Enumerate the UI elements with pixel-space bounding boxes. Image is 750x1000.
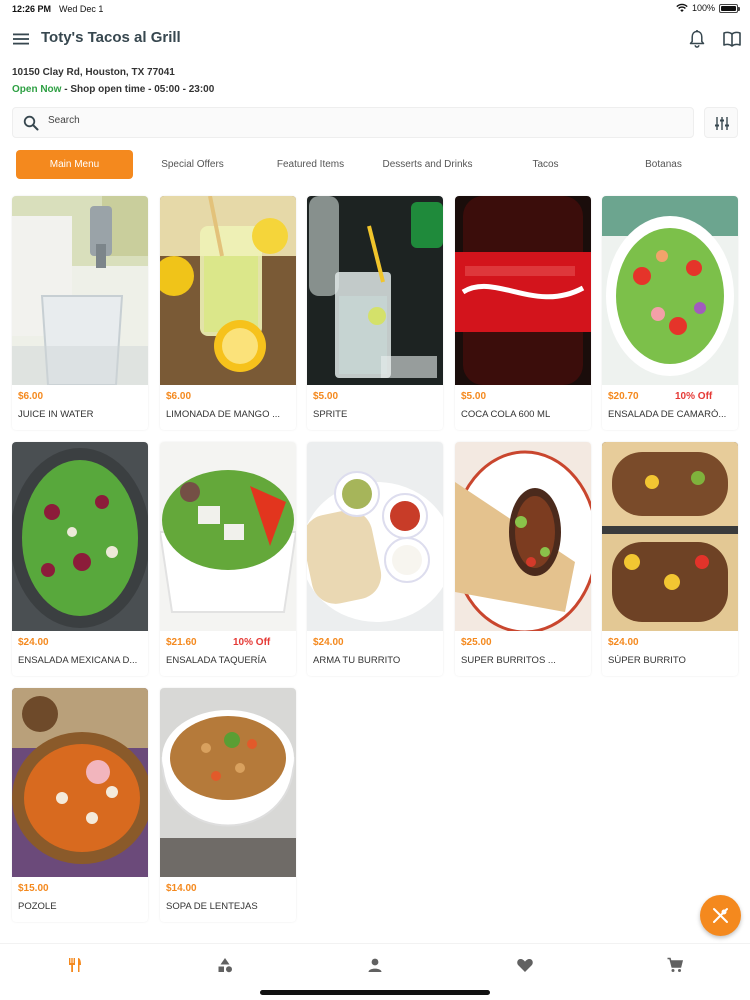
product-card[interactable]: $21.60 10% Off ENSALADA TAQUERÍA: [160, 442, 296, 676]
product-price: $24.00: [313, 637, 344, 648]
product-card[interactable]: $15.00 POZOLE: [12, 688, 148, 922]
tab-tacos[interactable]: Tacos: [487, 150, 604, 179]
product-card[interactable]: $20.70 10% Off ENSALADA DE CAMARÓ...: [602, 196, 738, 430]
product-name: COCA COLA 600 ML: [461, 409, 551, 420]
product-price: $6.00: [166, 391, 192, 402]
status-time: 12:26 PM: [12, 4, 52, 14]
book-icon[interactable]: [722, 29, 742, 49]
heart-icon[interactable]: [516, 956, 534, 974]
battery-percent: 100%: [691, 3, 715, 13]
filter-button[interactable]: [704, 107, 738, 138]
product-image: [160, 196, 296, 385]
product-discount: 10% Off: [675, 391, 713, 402]
product-name: SOPA DE LENTEJAS: [166, 901, 258, 912]
product-price: $5.00: [461, 391, 487, 402]
store-address: 10150 Clay Rd, Houston, TX 77041: [12, 67, 175, 78]
app-title: Toty's Tacos al Grill: [41, 29, 181, 46]
product-card[interactable]: $24.00 ARMA TU BURRITO: [307, 442, 443, 676]
product-card[interactable]: $6.00 LIMONADA DE MANGO ...: [160, 196, 296, 430]
status-right: 100%: [676, 3, 740, 13]
user-icon[interactable]: [366, 956, 384, 974]
top-app-bar: Toty's Tacos al Grill: [0, 24, 750, 54]
floating-utensils-button[interactable]: [700, 895, 741, 936]
utensils-icon: [713, 908, 728, 923]
product-image: [12, 442, 148, 631]
product-image: [455, 196, 591, 385]
product-card[interactable]: $5.00 SPRITE: [307, 196, 443, 430]
product-name: SPRITE: [313, 409, 348, 420]
bell-icon[interactable]: [688, 29, 706, 49]
product-price: $5.00: [313, 391, 339, 402]
product-discount: 10% Off: [233, 637, 271, 648]
product-image: [12, 688, 148, 877]
product-image: [160, 688, 296, 877]
categories-icon[interactable]: [216, 956, 234, 974]
store-hours-line: Open Now - Shop open time - 05:00 - 23:0…: [12, 84, 214, 95]
search-icon: [23, 115, 39, 131]
app-root: 12:26 PM Wed Dec 1 100% Toty's Tacos al …: [0, 0, 750, 1000]
product-price: $25.00: [461, 637, 492, 648]
product-price: $20.70: [608, 391, 639, 402]
product-name: ENSALADA MEXICANA D...: [18, 655, 138, 666]
product-name: ENSALADA DE CAMARÓ...: [608, 409, 727, 420]
store-hours: - Shop open time - 05:00 - 23:00: [61, 84, 215, 95]
tab-featured-items[interactable]: Featured Items: [252, 150, 369, 179]
menu-icon[interactable]: [12, 30, 30, 48]
product-name: POZOLE: [18, 901, 57, 912]
wifi-icon: [676, 3, 688, 12]
category-tabs: Main Menu Special Offers Featured Items …: [16, 150, 738, 179]
tab-botanas[interactable]: Botanas: [605, 150, 722, 179]
product-price: $24.00: [18, 637, 49, 648]
product-image: [307, 442, 443, 631]
product-price: $6.00: [18, 391, 44, 402]
product-name: JUICE IN WATER: [18, 409, 94, 420]
product-image: [602, 196, 738, 385]
product-card[interactable]: $6.00 JUICE IN WATER: [12, 196, 148, 430]
open-status: Open Now: [12, 84, 62, 95]
battery-icon: [719, 3, 740, 13]
product-image: [602, 442, 738, 631]
product-name: SUPER BURRITOS ...: [461, 655, 556, 666]
product-name: ARMA TU BURRITO: [313, 655, 401, 666]
product-name: SÚPER BURRITO: [608, 655, 686, 666]
utensils-icon[interactable]: [66, 956, 84, 974]
product-price: $24.00: [608, 637, 639, 648]
product-image: [12, 196, 148, 385]
search-bar[interactable]: [12, 107, 694, 138]
home-indicator: [260, 990, 490, 995]
product-price: $15.00: [18, 883, 49, 894]
status-date: Wed Dec 1: [59, 4, 104, 14]
tab-special-offers[interactable]: Special Offers: [134, 150, 251, 179]
product-card[interactable]: $5.00 COCA COLA 600 ML: [455, 196, 591, 430]
product-name: ENSALADA TAQUERÍA: [166, 655, 267, 666]
product-card[interactable]: $24.00 SÚPER BURRITO: [602, 442, 738, 676]
tab-desserts-and-drinks[interactable]: Desserts and Drinks: [369, 150, 486, 179]
status-bar: 12:26 PM Wed Dec 1 100%: [0, 0, 750, 20]
product-image: [455, 442, 591, 631]
tab-main-menu[interactable]: Main Menu: [16, 150, 133, 179]
product-card[interactable]: $14.00 SOPA DE LENTEJAS: [160, 688, 296, 922]
product-price: $21.60: [166, 637, 197, 648]
product-price: $14.00: [166, 883, 197, 894]
product-card[interactable]: $25.00 SUPER BURRITOS ...: [455, 442, 591, 676]
product-image: [160, 442, 296, 631]
product-card[interactable]: $24.00 ENSALADA MEXICANA D...: [12, 442, 148, 676]
product-name: LIMONADA DE MANGO ...: [166, 409, 281, 420]
cart-icon[interactable]: [666, 956, 684, 974]
search-input[interactable]: [48, 115, 648, 126]
product-image: [307, 196, 443, 385]
filter-sliders-icon: [715, 117, 729, 130]
